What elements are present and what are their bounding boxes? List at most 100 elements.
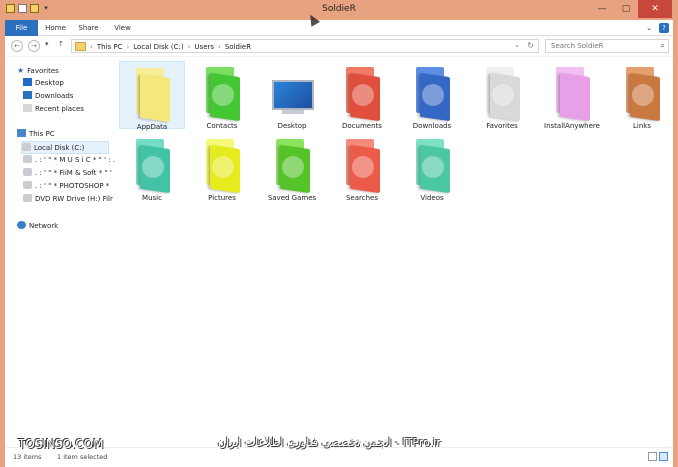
folder-icon (550, 67, 594, 122)
sidebar-item-downloads[interactable]: Downloads (23, 90, 107, 103)
watermark-left: TOSINSO.COM (18, 437, 104, 451)
sidebar-item-photoshop-drive[interactable]: . : ' " * PHOTOSHOP * (23, 180, 110, 193)
tab-share[interactable]: Share (73, 20, 104, 36)
ribbon-right-controls: ⌄ ? (644, 23, 669, 33)
sidebar-item-network[interactable]: Network (17, 220, 107, 233)
sidebar-label: Recent places (35, 105, 84, 113)
folder-item-appdata[interactable]: AppData (119, 61, 185, 131)
item-count: 13 items (13, 453, 42, 461)
content-area: ★ Favorites Desktop Downloads Recent plac… (5, 56, 675, 448)
folder-item-saved-games[interactable]: Saved Games (259, 133, 325, 202)
dvd-icon (23, 194, 32, 202)
drive-icon (23, 181, 32, 189)
breadcrumb: › This PC › Local Disk (C:) › Users › So… (90, 41, 251, 53)
folder-label: Links (633, 122, 651, 130)
folder-item-favorites[interactable]: Favorites (469, 61, 535, 130)
folder-label: AppData (136, 123, 168, 131)
breadcrumb-users[interactable]: Users (194, 41, 214, 53)
maximize-icon[interactable]: ▢ (614, 0, 638, 18)
breadcrumb-local-disk[interactable]: Local Disk (C:) (133, 41, 183, 53)
videos-folder-icon (410, 139, 454, 194)
folder-icon (130, 68, 174, 123)
help-icon[interactable]: ? (659, 23, 669, 33)
sidebar-item-music-drive[interactable]: . : ' " * M U S i C * " ' : . (23, 154, 115, 167)
recent-locations-icon[interactable]: ▾ (45, 40, 49, 48)
sidebar-item-desktop[interactable]: Desktop (23, 77, 107, 90)
sidebar-item-recent-places[interactable]: Recent places (23, 103, 107, 116)
details-view-icon[interactable] (648, 452, 657, 461)
breadcrumb-soldier[interactable]: SoldieR (225, 41, 251, 53)
search-box[interactable]: Search SoldieR ⌕ (545, 39, 669, 53)
folder-item-installanywhere[interactable]: InstallAnywhere (539, 61, 605, 130)
status-bar: 13 items 1 item selected (5, 447, 673, 467)
window-title: SoldieR (322, 4, 356, 14)
large-icons-view-icon[interactable] (659, 452, 668, 461)
folder-item-links[interactable]: Links (609, 61, 675, 130)
crumb-separator-icon: › (126, 43, 130, 51)
watermark-right: انجمن تخصصی فناوری اطلاعات ایران - ITPro… (218, 436, 441, 449)
ribbon: File Home Share View ⌄ ? (5, 20, 673, 36)
search-input[interactable]: Search SoldieR (551, 42, 604, 50)
close-icon[interactable]: ✕ (638, 0, 672, 18)
folder-item-desktop[interactable]: Desktop (259, 61, 325, 130)
ribbon-expand-icon[interactable]: ⌄ (644, 23, 654, 33)
folder-item-downloads[interactable]: Downloads (399, 61, 465, 130)
network-icon (17, 221, 26, 229)
tab-file[interactable]: File (5, 20, 38, 36)
back-icon[interactable]: ← (11, 40, 23, 52)
saved-games-folder-icon (270, 139, 314, 194)
selection-count: 1 item selected (57, 453, 108, 461)
folder-item-searches[interactable]: Searches (329, 133, 395, 202)
refresh-icon[interactable]: ↻ (527, 41, 534, 50)
documents-folder-icon (340, 67, 384, 122)
folder-label: Favorites (486, 122, 518, 130)
sidebar-label: . : ' " * PHOTOSHOP * (35, 182, 110, 190)
breadcrumb-this-pc[interactable]: This PC (97, 41, 123, 53)
crumb-separator-icon: › (90, 43, 93, 51)
tab-home[interactable]: Home (40, 20, 71, 36)
folder-item-music[interactable]: Music (119, 133, 185, 202)
sidebar-item-this-pc[interactable]: This PC (17, 128, 107, 141)
sidebar-label: . : ' " * FiiM & Soft * " ' (35, 169, 112, 177)
links-folder-icon (620, 67, 664, 122)
address-dropdown-icon[interactable]: ⌄ (514, 41, 520, 49)
navigation-pane: ★ Favorites Desktop Downloads Recent plac… (5, 57, 115, 448)
sidebar-item-local-disk[interactable]: Local Disk (C:) (21, 141, 109, 154)
pc-icon (17, 129, 26, 137)
up-icon[interactable]: ↑ (58, 40, 64, 48)
sidebar-item-dvd-drive[interactable]: DVD RW Drive (H:) Filr (23, 193, 113, 206)
tab-view[interactable]: View (107, 20, 138, 36)
folder-label: Searches (345, 194, 378, 202)
navigation-bar: ← → ▾ ↑ › This PC › Local Disk (C:) › Us… (5, 36, 673, 56)
address-bar[interactable]: › This PC › Local Disk (C:) › Users › So… (71, 39, 539, 53)
folder-item-videos[interactable]: Videos (399, 133, 465, 202)
crumb-separator-icon: › (187, 43, 191, 51)
folder-label: Videos (420, 194, 444, 202)
drive-icon (23, 168, 32, 176)
folder-label: Documents (342, 122, 382, 130)
file-explorer-window: ▾ SoldieR — ▢ ✕ File Home Share View ⌄ ?… (0, 0, 678, 467)
folder-item-contacts[interactable]: Contacts (189, 61, 255, 130)
desktop-folder-icon (270, 67, 314, 119)
searches-folder-icon (340, 139, 384, 194)
folder-label: Contacts (206, 122, 238, 130)
folder-item-documents[interactable]: Documents (329, 61, 395, 130)
search-icon[interactable]: ⌕ (661, 41, 665, 51)
forward-icon[interactable]: → (28, 40, 40, 52)
folder-label: Music (142, 194, 162, 202)
folder-label: Downloads (412, 122, 452, 130)
minimize-icon[interactable]: — (590, 0, 614, 18)
sidebar-item-favorites[interactable]: ★ Favorites (17, 64, 107, 77)
desktop-icon (23, 78, 32, 86)
sidebar-label: Downloads (35, 92, 74, 100)
favorites-folder-icon (480, 67, 524, 122)
folder-item-pictures[interactable]: Pictures (189, 133, 255, 202)
sidebar-label: This PC (29, 130, 55, 138)
drive-icon (22, 143, 31, 151)
title-bar: ▾ SoldieR — ▢ ✕ (0, 0, 678, 20)
window-controls: — ▢ ✕ (590, 0, 672, 18)
contacts-folder-icon (200, 67, 244, 122)
sidebar-item-film-soft-drive[interactable]: . : ' " * FiiM & Soft * " ' (23, 167, 112, 180)
folder-label: Pictures (208, 194, 236, 202)
star-icon: ★ (17, 66, 25, 75)
